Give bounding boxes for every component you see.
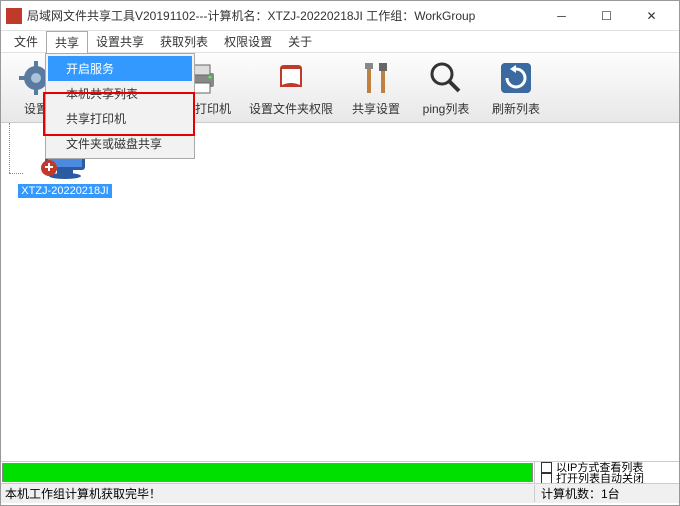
- toolbar-refresh-list[interactable]: 刷新列表: [481, 53, 551, 122]
- folder-book-icon: [272, 59, 310, 97]
- options-panel: 以IP方式查看列表 打开列表自动关闭: [534, 462, 679, 483]
- dropdown-folder-disk-share[interactable]: 文件夹或磁盘共享: [48, 131, 192, 156]
- window-controls: ─ ☐ ✕: [539, 2, 674, 30]
- magnifier-icon: [427, 59, 465, 97]
- menu-file[interactable]: 文件: [6, 31, 46, 52]
- check-auto-close[interactable]: 打开列表自动关闭: [541, 473, 679, 484]
- app-window: 局域网文件共享工具V20191102---计算机名：XTZJ-20220218J…: [0, 0, 680, 506]
- close-button[interactable]: ✕: [629, 2, 674, 30]
- app-icon: [6, 8, 22, 24]
- menu-get-list[interactable]: 获取列表: [152, 31, 216, 52]
- dropdown-local-share-list[interactable]: 本机共享列表: [48, 81, 192, 106]
- menu-about[interactable]: 关于: [280, 31, 320, 52]
- minimize-button[interactable]: ─: [539, 2, 584, 30]
- refresh-icon: [497, 59, 535, 97]
- toolbar-folder-permissions[interactable]: 设置文件夹权限: [241, 53, 341, 122]
- tools-icon: [357, 59, 395, 97]
- tree-connector: [9, 123, 10, 173]
- checkbox-icon: [541, 462, 552, 473]
- menu-share[interactable]: 共享: [46, 31, 88, 53]
- checkbox-icon: [541, 473, 552, 484]
- progress-bar: [2, 463, 533, 482]
- dropdown-share-printer[interactable]: 共享打印机: [48, 106, 192, 131]
- toolbar-share-settings[interactable]: 共享设置: [341, 53, 411, 122]
- window-title: 局域网文件共享工具V20191102---计算机名：XTZJ-20220218J…: [27, 7, 539, 24]
- computer-count: 计算机数：1台: [534, 485, 679, 502]
- menu-permissions[interactable]: 权限设置: [216, 31, 280, 52]
- titlebar: 局域网文件共享工具V20191102---计算机名：XTZJ-20220218J…: [1, 1, 679, 31]
- menubar: 文件 共享 设置共享 获取列表 权限设置 关于 开启服务 本机共享列表 共享打印…: [1, 31, 679, 53]
- statusbar: 本机工作组计算机获取完毕！ 计算机数：1台: [1, 483, 679, 503]
- menu-set-share[interactable]: 设置共享: [88, 31, 152, 52]
- dropdown-start-service[interactable]: 开启服务: [48, 56, 192, 81]
- maximize-button[interactable]: ☐: [584, 2, 629, 30]
- share-dropdown: 开启服务 本机共享列表 共享打印机 文件夹或磁盘共享: [45, 53, 195, 159]
- content-area: XTZJ-20220218JI: [1, 123, 679, 461]
- bottom-section: 以IP方式查看列表 打开列表自动关闭 本机工作组计算机获取完毕！ 计算机数：1台: [1, 461, 679, 505]
- status-message: 本机工作组计算机获取完毕！: [1, 485, 534, 502]
- computer-label: XTZJ-20220218JI: [18, 184, 111, 198]
- toolbar-ping-list[interactable]: ping列表: [411, 53, 481, 122]
- bottom-bar: 以IP方式查看列表 打开列表自动关闭: [1, 461, 679, 483]
